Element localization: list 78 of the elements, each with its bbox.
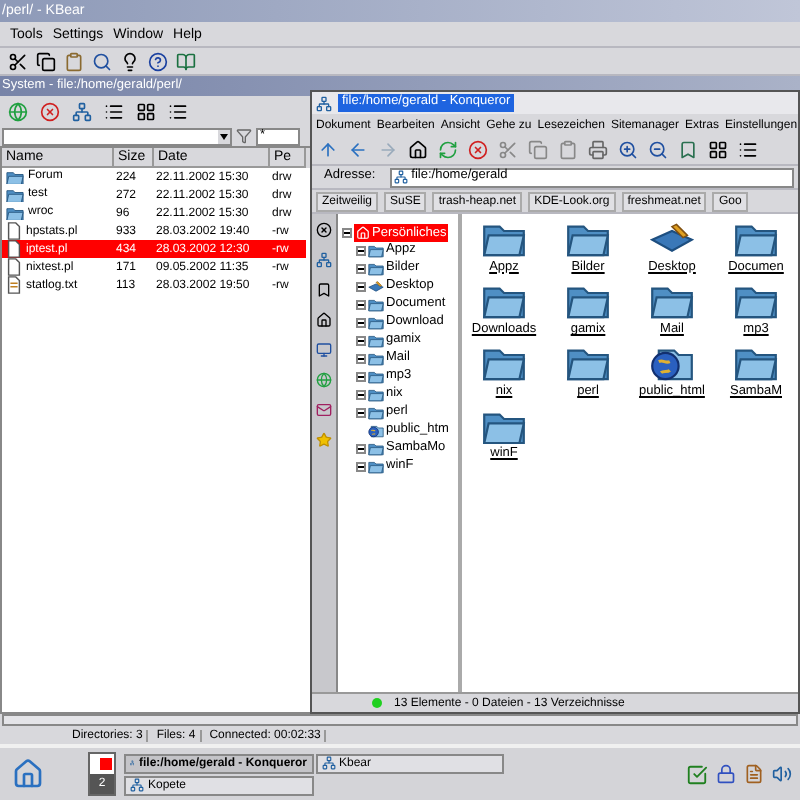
zoom-in-icon[interactable]: [616, 138, 640, 162]
expand-icon[interactable]: [356, 390, 366, 400]
expand-icon[interactable]: [356, 246, 366, 256]
search-icon[interactable]: [90, 49, 114, 73]
help-icon[interactable]: [146, 49, 170, 73]
clipboard-icon: [744, 764, 764, 784]
folder-icon: [482, 407, 526, 445]
collapse-icon[interactable]: [342, 227, 352, 237]
lock-icon: [716, 764, 736, 784]
folder-icon: [566, 282, 610, 320]
filter-icon: [236, 128, 252, 144]
folder-icon: [734, 282, 778, 320]
stop-icon[interactable]: [466, 138, 490, 162]
expand-icon[interactable]: [356, 462, 366, 472]
globe-folder-icon: [650, 344, 694, 383]
lightbulb-icon[interactable]: [118, 49, 142, 73]
app-icon: [316, 95, 332, 111]
home-icon[interactable]: [312, 308, 336, 332]
folder-icon: [368, 460, 384, 474]
expand-icon[interactable]: [356, 318, 366, 328]
expand-icon[interactable]: [356, 300, 366, 310]
folder-icon: [368, 244, 384, 258]
up-arrow-icon[interactable]: [316, 138, 340, 162]
globe-folder-icon: [368, 424, 384, 438]
close-icon[interactable]: [312, 218, 336, 242]
zoom-out-icon[interactable]: [646, 138, 670, 162]
checkmark-icon: [686, 763, 708, 785]
folder-icon: [368, 406, 384, 420]
home-icon: [356, 225, 370, 239]
expand-icon[interactable]: [356, 336, 366, 346]
folder-icon: [368, 334, 384, 348]
folder-icon: [566, 344, 610, 383]
text-file-icon: [6, 276, 22, 294]
desktop-folder-icon: [368, 280, 384, 294]
status-indicator-icon: [372, 698, 382, 708]
app-icon: [321, 756, 335, 770]
expand-icon[interactable]: [356, 372, 366, 382]
monitor-icon[interactable]: [312, 338, 336, 362]
folder-icon: [482, 344, 526, 383]
folder-icon: [368, 352, 384, 366]
desktop-folder-icon: [650, 220, 694, 258]
copy-icon[interactable]: [34, 49, 58, 73]
app-icon: [130, 778, 144, 792]
folder-icon: [482, 282, 526, 320]
mail-icon[interactable]: [312, 398, 336, 422]
back-arrow-icon[interactable]: [346, 138, 370, 162]
folder-icon: [368, 298, 384, 312]
expand-icon[interactable]: [356, 444, 366, 454]
folder-icon: [650, 282, 694, 320]
folder-icon: [566, 220, 610, 258]
folder-icon: [368, 442, 384, 456]
book-icon[interactable]: [174, 49, 198, 73]
expand-icon[interactable]: [356, 282, 366, 292]
network-icon[interactable]: [70, 99, 94, 123]
dropdown-arrow-icon: [218, 129, 230, 143]
folder-icon: [368, 370, 384, 384]
icon-view-icon[interactable]: [134, 99, 158, 123]
expand-icon[interactable]: [356, 354, 366, 364]
horizontal-scrollbar[interactable]: [2, 714, 798, 726]
network-icon[interactable]: [312, 248, 336, 272]
speaker-icon: [772, 764, 792, 784]
expand-icon[interactable]: [356, 408, 366, 418]
star-icon[interactable]: [312, 428, 336, 452]
folder-icon: [734, 220, 778, 258]
home-icon[interactable]: [406, 138, 430, 162]
pager-desktop-icon[interactable]: [90, 754, 114, 774]
cut-icon[interactable]: [6, 49, 30, 73]
folder-icon: [734, 344, 778, 383]
icon-view-icon[interactable]: [706, 138, 730, 162]
folder-icon: [368, 262, 384, 276]
print-icon[interactable]: [586, 138, 610, 162]
expand-icon[interactable]: [356, 264, 366, 274]
paste-icon[interactable]: [62, 49, 86, 73]
folder-icon: [368, 316, 384, 330]
stop-icon[interactable]: [38, 99, 62, 123]
location-icon: [393, 170, 408, 184]
folder-icon: [482, 220, 526, 258]
folder-icon: [368, 388, 384, 402]
